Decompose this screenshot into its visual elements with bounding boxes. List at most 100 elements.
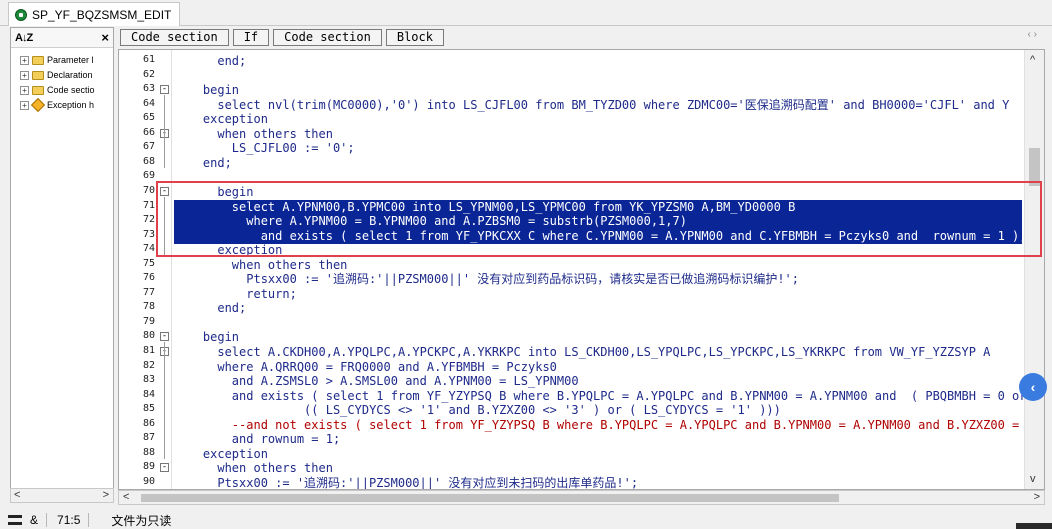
tree-item-declaration[interactable]: + Declaration [11,68,113,82]
editor-hscrollbar[interactable]: < > [118,490,1045,505]
sort-icon[interactable]: A↓Z [15,32,33,44]
line-number: 87 [142,432,155,444]
tree-item-label: Code sectio [47,85,95,95]
structure-hscrollbar[interactable]: < > [10,488,114,503]
code-line[interactable]: exception [174,447,268,462]
document-tabbar: SP_YF_BQZSMSM_EDIT [0,0,1052,26]
hscroll-thumb[interactable] [141,494,839,502]
menu-icon[interactable] [8,515,22,525]
code-line[interactable]: return; [174,287,297,302]
fold-toggle-icon[interactable]: - [160,332,169,342]
line-number: 73 [142,228,155,240]
code-line[interactable]: and rownum = 1; [174,432,340,447]
close-icon[interactable]: × [101,30,109,45]
code-line[interactable]: when others then [174,127,333,142]
code-line[interactable]: end; [174,54,246,69]
code-line[interactable]: (( LS_CYDYCS <> '1' and B.YZXZ00 <> '3' … [174,403,781,418]
tree-item-exception[interactable]: + Exception h [11,98,113,112]
code-line[interactable]: select A.CKDH00,A.YPQLPC,A.YPCKPC,A.YKRK… [174,345,990,360]
code-line[interactable]: where A.QRRQ00 = FRQ0000 and A.YFBMBH = … [174,360,557,375]
exception-icon [30,98,46,112]
line-number: 77 [142,286,155,298]
scroll-left-icon[interactable]: < [14,489,20,501]
block-button[interactable]: Block [385,28,444,46]
line-number: 67 [142,141,155,153]
code-line[interactable]: begin [174,330,239,345]
code-line[interactable]: begin [174,83,239,98]
line-number: 61 [142,54,155,65]
code-editor[interactable]: 616263-646566-67686970-71727374757677787… [118,49,1045,490]
code-line[interactable]: when others then [174,258,348,273]
fold-toggle-icon[interactable]: - [160,463,169,473]
structure-panel: A↓Z × + Parameter l + Declaration + Code… [10,27,114,503]
code-section-button[interactable]: Code section [120,28,229,46]
line-number: 72 [142,214,155,226]
scroll-left-icon[interactable]: < [123,491,129,503]
line-number: 64 [142,97,155,109]
code-line[interactable]: end; [174,301,246,316]
document-tab-title: SP_YF_BQZSMSM_EDIT [32,7,172,22]
code-line[interactable]: --and not exists ( select 1 from YF_YZYP… [174,418,1019,433]
line-number: 79 [142,315,155,327]
code-line[interactable]: Ptsxx00 := '追溯码:'||PZSM000||' 没有对应到药品标识码… [174,272,799,287]
line-number: 63 [142,83,155,95]
left-edge-strip [0,27,8,517]
tree-item-label: Declaration [47,70,93,80]
code-line[interactable]: LS_CJFL00 := '0'; [174,141,355,156]
line-number: 66 [142,126,155,138]
code-section-button-2[interactable]: Code section [273,28,382,46]
status-separator [88,513,90,527]
expand-icon[interactable]: + [20,100,29,110]
line-number: 89 [142,461,155,473]
scroll-down-icon[interactable]: v [1030,473,1036,485]
code-area[interactable]: end; begin select nvl(trim(MC0000),'0') … [174,50,1027,489]
expand-icon[interactable]: + [20,85,29,95]
line-number-gutter: 616263-646566-67686970-71727374757677787… [119,50,172,489]
tree-item-label: Exception h [47,100,95,110]
structure-toolbar: A↓Z × [11,28,113,48]
line-number: 85 [142,403,155,415]
status-separator [46,513,48,527]
code-line[interactable]: exception [174,112,268,127]
line-number: 71 [142,199,155,211]
folder-icon [32,55,44,65]
expand-icon[interactable]: + [20,55,29,65]
tree-item-code-section[interactable]: + Code sectio [11,83,113,97]
line-number: 82 [142,359,155,371]
code-line[interactable]: and exists ( select 1 from YF_YZYPSQ B w… [174,389,1027,404]
line-number: 69 [142,170,155,182]
line-number: 86 [142,417,155,429]
code-line[interactable]: select nvl(trim(MC0000),'0') into LS_CJF… [174,98,1009,113]
code-line[interactable]: end; [174,156,232,171]
app-window: SP_YF_BQZSMSM_EDIT A↓Z × + Parameter l +… [0,0,1052,529]
code-line[interactable]: Ptsxx00 := '追溯码:'||PZSM000||' 没有对应到未扫码的出… [174,476,638,489]
line-number: 81 [142,345,155,356]
tree-item-label: Parameter l [47,55,94,65]
tree-item-parameter[interactable]: + Parameter l [11,53,113,67]
cursor-position: 71:5 [57,513,81,527]
code-line[interactable]: and A.ZSMSL0 > A.SMSL00 and A.YPNM00 = L… [174,374,579,389]
code-line[interactable]: when others then [174,461,333,476]
fold-toggle-icon[interactable]: - [160,85,169,95]
line-number: 76 [142,272,155,284]
line-number: 88 [142,446,155,458]
status-bar: & 71:5 文件为只读 [0,511,1052,529]
folder-icon [32,85,44,95]
line-number: 75 [142,257,155,269]
fold-guide [164,95,165,168]
toolbar-nav-arrows[interactable]: ‹ › [1028,29,1037,40]
scroll-right-icon[interactable]: > [1034,491,1040,503]
folder-icon [32,70,44,80]
line-number: 84 [142,388,155,400]
editor-toolbar: Code section If Code section Block ‹ › [118,27,1045,47]
line-number: 80 [142,330,155,342]
scroll-right-icon[interactable]: > [103,489,109,501]
line-number: 83 [142,374,155,386]
resize-corner [1016,523,1052,529]
if-button[interactable]: If [232,28,270,46]
document-tab[interactable]: SP_YF_BQZSMSM_EDIT [8,2,181,26]
expand-icon[interactable]: + [20,70,29,80]
editor-vscrollbar[interactable]: ^ v [1024,50,1044,489]
scroll-up-icon[interactable]: ^ [1030,54,1035,66]
chevron-left-icon[interactable]: ‹ [1019,373,1047,401]
